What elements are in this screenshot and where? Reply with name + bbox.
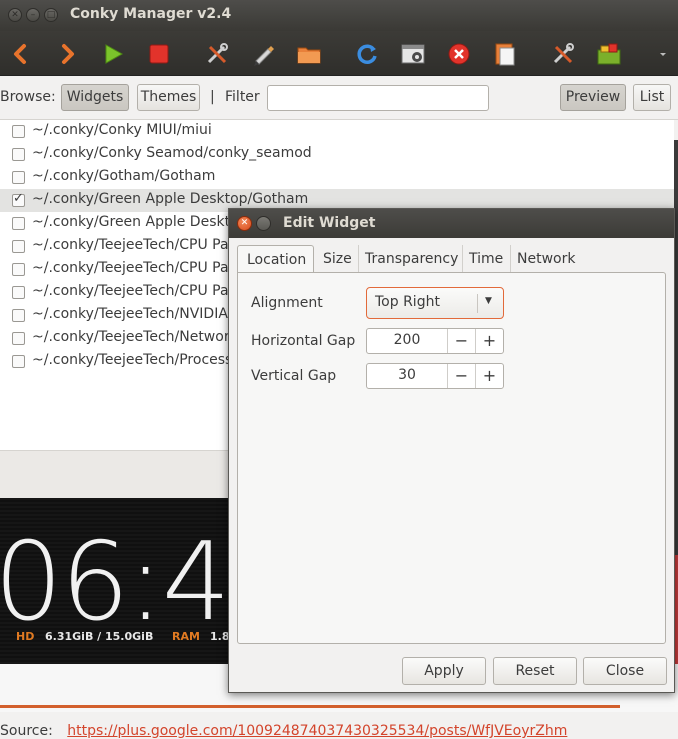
tab-size[interactable]: Size: [317, 245, 359, 273]
tab-location[interactable]: Location: [237, 245, 314, 273]
preview-button[interactable]: Preview: [560, 84, 626, 111]
widget-checkbox[interactable]: [12, 171, 25, 184]
footer-accent-bar: [0, 705, 620, 708]
vertical-gap-label: Vertical Gap: [251, 368, 337, 384]
window-title: Conky Manager v2.4: [70, 6, 232, 22]
widget-checkbox[interactable]: [12, 240, 25, 253]
widgets-toggle-button[interactable]: Widgets: [61, 84, 129, 111]
decrement-button[interactable]: −: [447, 364, 475, 388]
widget-path: ~/.conky/Conky MIUI/miui: [32, 122, 212, 138]
stop-icon[interactable]: [144, 39, 174, 69]
widget-path: ~/.conky/TeejeeTech/Networ: [32, 329, 230, 345]
widget-path: ~/.conky/Conky Seamod/conky_seamod: [32, 145, 312, 161]
list-button[interactable]: List: [633, 84, 671, 111]
horizontal-gap-stepper[interactable]: 200 − +: [366, 328, 504, 354]
widget-checkbox[interactable]: [12, 309, 25, 322]
app-bundle-icon[interactable]: [594, 39, 624, 69]
main-toolbar: [0, 31, 678, 76]
list-item[interactable]: ~/.conky/Conky MIUI/miui: [0, 120, 674, 143]
tools-icon[interactable]: [202, 39, 232, 69]
widget-path: ~/.conky/TeejeeTech/CPU Pan: [32, 237, 238, 253]
clipboard-icon[interactable]: [490, 39, 520, 69]
tab-transparency[interactable]: Transparency: [359, 245, 463, 273]
chevron-down-icon: ▼: [485, 296, 492, 306]
hd-value: 6.31GiB / 15.0GiB: [45, 630, 154, 643]
widget-path: ~/.conky/TeejeeTech/Process: [32, 352, 233, 368]
filter-label: Filter: [225, 89, 260, 105]
widget-path: ~/.conky/TeejeeTech/CPU Pan: [32, 260, 238, 276]
widget-preview: 06:40 HD 6.31GiB / 15.0GiB RAM 1.8: [0, 498, 232, 664]
remove-icon[interactable]: [444, 39, 474, 69]
window-maximize-button[interactable]: □: [44, 8, 58, 22]
source-link[interactable]: https://plus.google.com/1009248740374303…: [67, 723, 567, 739]
filter-input[interactable]: [267, 85, 489, 111]
separator: |: [210, 89, 215, 105]
increment-button[interactable]: +: [475, 364, 503, 388]
ram-value: 1.8: [210, 630, 230, 643]
source-line: Source: https://plus.google.com/10092487…: [0, 723, 567, 739]
widget-checkbox[interactable]: [12, 148, 25, 161]
horizontal-gap-label: Horizontal Gap: [251, 333, 356, 349]
refresh-icon[interactable]: [352, 39, 382, 69]
widget-path: ~/.conky/Green Apple Desktop/Gotham: [32, 191, 309, 207]
dropdown-icon[interactable]: [648, 39, 666, 69]
window-close-button[interactable]: ✕: [8, 8, 22, 22]
source-label: Source:: [0, 723, 53, 739]
dialog-minimize-icon[interactable]: [256, 216, 271, 231]
main-titlebar: ✕ – □ Conky Manager v2.4: [0, 0, 678, 31]
reset-button[interactable]: Reset: [493, 657, 577, 685]
widget-checkbox[interactable]: [12, 332, 25, 345]
widget-checkbox[interactable]: [12, 263, 25, 276]
browse-label: Browse:: [0, 89, 56, 105]
edit-widget-dialog: ✕ Edit Widget Location Size Transparency…: [228, 208, 675, 693]
hd-label: HD: [16, 630, 35, 643]
preview-clock: 06:40: [0, 520, 232, 645]
dialog-titlebar: ✕ Edit Widget: [229, 209, 674, 238]
widget-checkbox[interactable]: [12, 355, 25, 368]
tab-network[interactable]: Network: [511, 245, 583, 273]
back-arrow-icon[interactable]: [6, 39, 36, 69]
list-item[interactable]: ~/.conky/Conky Seamod/conky_seamod: [0, 143, 674, 166]
widget-checkbox-checked[interactable]: [12, 191, 25, 207]
dropdown-separator: [477, 294, 478, 313]
dialog-close-icon[interactable]: ✕: [237, 216, 252, 231]
apply-button[interactable]: Apply: [402, 657, 486, 685]
widget-checkbox[interactable]: [12, 125, 25, 138]
dialog-title: Edit Widget: [283, 215, 376, 231]
forward-arrow-icon[interactable]: [52, 39, 82, 69]
widget-path: ~/.conky/Gotham/Gotham: [32, 168, 216, 184]
widget-settings-icon[interactable]: [398, 39, 428, 69]
tab-time[interactable]: Time: [463, 245, 511, 273]
edit-pencil-icon[interactable]: [248, 39, 278, 69]
widget-checkbox[interactable]: [12, 286, 25, 299]
folder-icon[interactable]: [294, 39, 324, 69]
alignment-dropdown[interactable]: Top Right ▼: [366, 287, 504, 319]
decrement-button[interactable]: −: [447, 329, 475, 353]
close-button[interactable]: Close: [583, 657, 667, 685]
vertical-gap-value[interactable]: 30: [367, 367, 447, 383]
horizontal-gap-value[interactable]: 200: [367, 332, 447, 348]
widget-path: ~/.conky/TeejeeTech/NVIDIA I: [32, 306, 237, 322]
ram-label: RAM: [172, 630, 200, 643]
widget-path: ~/.conky/TeejeeTech/CPU Pan: [32, 283, 238, 299]
window-minimize-button[interactable]: –: [26, 8, 40, 22]
themes-toggle-button[interactable]: Themes: [137, 84, 200, 111]
vertical-gap-stepper[interactable]: 30 − +: [366, 363, 504, 389]
play-icon[interactable]: [98, 39, 128, 69]
alignment-value: Top Right: [375, 294, 440, 310]
increment-button[interactable]: +: [475, 329, 503, 353]
alignment-label: Alignment: [251, 295, 323, 311]
settings-tools-icon[interactable]: [548, 39, 578, 69]
widget-checkbox[interactable]: [12, 217, 25, 230]
list-item[interactable]: ~/.conky/Gotham/Gotham: [0, 166, 674, 189]
widget-path: ~/.conky/Green Apple Deskto: [32, 214, 239, 230]
